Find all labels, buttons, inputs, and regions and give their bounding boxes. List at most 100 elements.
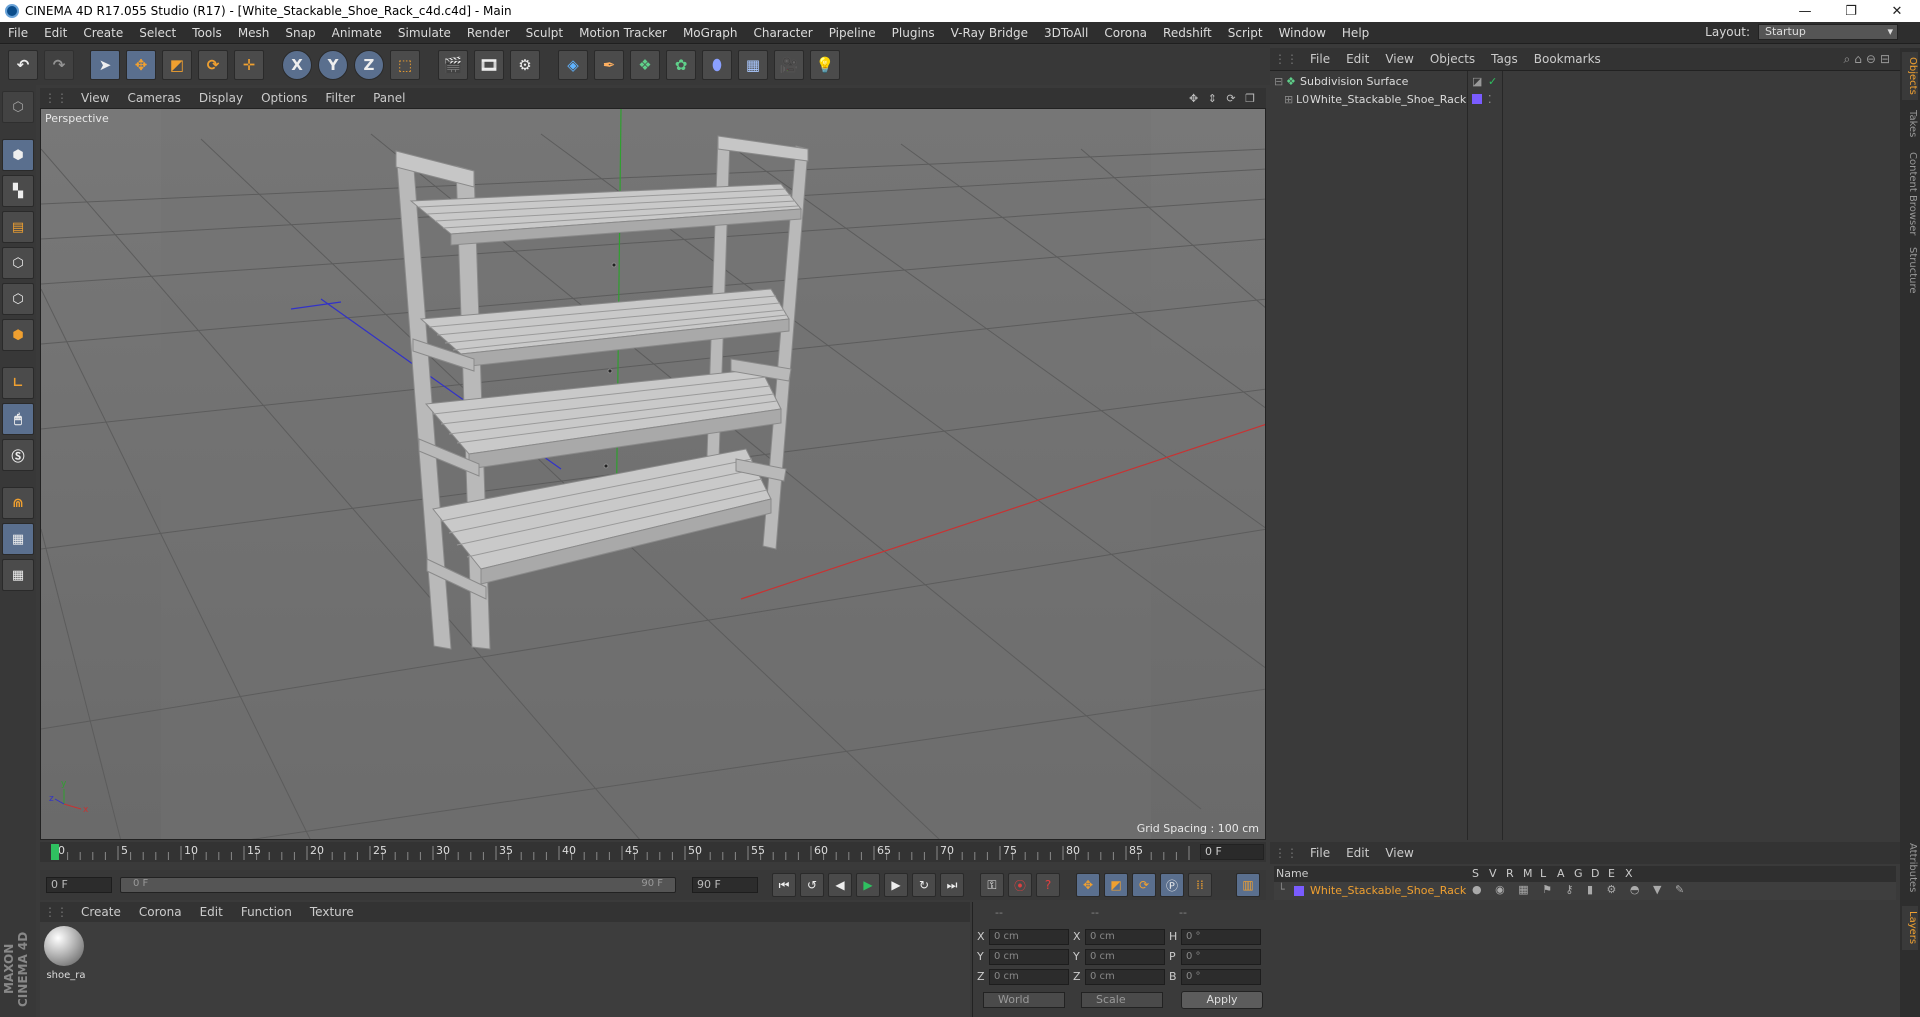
menu-3dtoall[interactable]: 3DToAll: [1036, 26, 1096, 40]
om-menu-objects[interactable]: Objects: [1422, 52, 1483, 66]
viewport-menu-filter[interactable]: Filter: [316, 91, 364, 105]
size-x-field[interactable]: 0 cm: [1085, 929, 1165, 945]
preview-range-slider[interactable]: 0 F 90 F: [120, 877, 676, 893]
timeline-ruler[interactable]: 051015202530354045505560657075808590 0 F: [40, 842, 1266, 862]
previous-frame-button[interactable]: ◀: [828, 873, 852, 897]
om-menu-bookmarks[interactable]: Bookmarks: [1526, 52, 1609, 66]
live-selection-button[interactable]: ➤: [90, 50, 120, 80]
viewport-menu-view[interactable]: View: [72, 91, 118, 105]
key-parameter-button[interactable]: Ⓟ: [1160, 873, 1184, 897]
playhead-marker[interactable]: [51, 844, 59, 860]
minimize-button[interactable]: —: [1782, 4, 1828, 19]
redo-button[interactable]: ↷: [44, 50, 74, 80]
menu-help[interactable]: Help: [1334, 26, 1377, 40]
rotation-p-field[interactable]: 0 °: [1181, 949, 1261, 965]
play-button[interactable]: ▶: [856, 873, 880, 897]
expand-toggle-icon[interactable]: ⊟: [1274, 75, 1283, 88]
menu-edit[interactable]: Edit: [36, 26, 75, 40]
goto-end-button[interactable]: ⏭: [940, 873, 964, 897]
viewport-menu-cameras[interactable]: Cameras: [118, 91, 189, 105]
current-frame-field[interactable]: 0 F: [1200, 844, 1264, 860]
menu-mograph[interactable]: MoGraph: [675, 26, 746, 40]
coordinate-system-button[interactable]: ⬚: [390, 50, 420, 80]
tab-attributes[interactable]: Attributes: [1902, 840, 1918, 896]
material-menu-function[interactable]: Function: [232, 905, 301, 919]
snap-button[interactable]: Ⓢ: [2, 439, 34, 471]
key-scale-button[interactable]: ◩: [1104, 873, 1128, 897]
viewport-menu-display[interactable]: Display: [190, 91, 252, 105]
expand-toggle-icon[interactable]: ⊞: [1284, 93, 1293, 106]
rotate-tool-button[interactable]: ⟳: [198, 50, 228, 80]
scale-tool-button[interactable]: ◩: [162, 50, 192, 80]
menu-pipeline[interactable]: Pipeline: [821, 26, 884, 40]
workplane-mode-button[interactable]: ▤: [2, 211, 34, 243]
light-button[interactable]: 💡: [810, 50, 840, 80]
menu-render[interactable]: Render: [459, 26, 518, 40]
autokey-button[interactable]: ⦿: [1008, 873, 1032, 897]
pen-spline-button[interactable]: ✒: [594, 50, 624, 80]
cloner-button[interactable]: ✿: [666, 50, 696, 80]
visibility-dots-icon[interactable]: ⁚: [1488, 93, 1492, 106]
material-menu-texture[interactable]: Texture: [301, 905, 363, 919]
camera-button[interactable]: 🎥: [774, 50, 804, 80]
texture-mode-button[interactable]: ▚: [2, 175, 34, 207]
viewport-menu-panel[interactable]: Panel: [364, 91, 414, 105]
tab-content-browser[interactable]: Content Browser: [1902, 148, 1918, 240]
render-view-button[interactable]: 🎬: [438, 50, 468, 80]
object-row-subdivision-surface[interactable]: ⊟ ❖ Subdivision Surface ◪ ✓: [1270, 71, 1900, 91]
polygons-mode-button[interactable]: ⬢: [2, 319, 34, 351]
material-menu-create[interactable]: Create: [72, 905, 130, 919]
tab-layers[interactable]: Layers: [1902, 906, 1918, 950]
previous-keyframe-button[interactable]: ↺: [800, 873, 824, 897]
menu-script[interactable]: Script: [1220, 26, 1271, 40]
menu-select[interactable]: Select: [131, 26, 184, 40]
menu-corona[interactable]: Corona: [1096, 26, 1155, 40]
menu-character[interactable]: Character: [745, 26, 820, 40]
position-z-field[interactable]: 0 cm: [989, 969, 1069, 985]
layout-select[interactable]: Startup ▾: [1758, 24, 1898, 40]
axis-x-lock-button[interactable]: X: [282, 50, 312, 80]
magnet-button[interactable]: ⋒: [2, 487, 34, 519]
tab-structure[interactable]: Structure: [1902, 244, 1918, 296]
position-y-field[interactable]: 0 cm: [989, 949, 1069, 965]
undo-button[interactable]: ↶: [8, 50, 38, 80]
layer-color-swatch[interactable]: [1294, 886, 1304, 896]
menu-file[interactable]: File: [0, 26, 36, 40]
menu-simulate[interactable]: Simulate: [390, 26, 459, 40]
restore-button[interactable]: ❐: [1828, 4, 1874, 19]
material-menu-corona[interactable]: Corona: [130, 905, 191, 919]
timeline-window-button[interactable]: ▥: [1236, 873, 1260, 897]
lm-menu-edit[interactable]: Edit: [1338, 846, 1377, 860]
deformer-button[interactable]: ⬮: [702, 50, 732, 80]
points-mode-button[interactable]: ⬡: [2, 247, 34, 279]
size-z-field[interactable]: 0 cm: [1085, 969, 1165, 985]
size-mode-dropdown[interactable]: Scale: [1081, 992, 1163, 1008]
goto-start-button[interactable]: ⏮: [772, 873, 796, 897]
tweak-mode-button[interactable]: 🖱: [2, 403, 34, 435]
lm-menu-file[interactable]: File: [1302, 846, 1338, 860]
viewport-navigation-icons[interactable]: ✥ ⇕ ⟳ ❐: [1189, 92, 1258, 105]
next-frame-button[interactable]: ▶: [884, 873, 908, 897]
next-keyframe-button[interactable]: ↻: [912, 873, 936, 897]
render-picture-viewer-button[interactable]: 🎞: [474, 50, 504, 80]
menu-window[interactable]: Window: [1271, 26, 1334, 40]
coordinate-mode-dropdown[interactable]: World: [983, 992, 1065, 1008]
menu-create[interactable]: Create: [75, 26, 131, 40]
key-pla-button[interactable]: ⁞⁞: [1188, 873, 1212, 897]
menu-vray-bridge[interactable]: V-Ray Bridge: [943, 26, 1036, 40]
menu-animate[interactable]: Animate: [324, 26, 390, 40]
menu-snap[interactable]: Snap: [277, 26, 323, 40]
axis-z-lock-button[interactable]: Z: [354, 50, 384, 80]
layer-color-swatch[interactable]: [1472, 94, 1482, 104]
move-tool-button[interactable]: ✥: [126, 50, 156, 80]
material-menu-edit[interactable]: Edit: [191, 905, 232, 919]
floor-button[interactable]: ▦: [738, 50, 768, 80]
record-keys-button[interactable]: ⚿: [980, 873, 1004, 897]
last-tool-button[interactable]: ✛: [234, 50, 264, 80]
om-menu-tags[interactable]: Tags: [1483, 52, 1526, 66]
keyframe-selection-button[interactable]: ?: [1036, 873, 1060, 897]
tab-objects[interactable]: Objects: [1902, 52, 1918, 100]
om-menu-view[interactable]: View: [1377, 52, 1421, 66]
rotation-b-field[interactable]: 0 °: [1181, 969, 1261, 985]
om-search-home-icons[interactable]: ⌕⌂⊖⊟: [1844, 52, 1894, 67]
